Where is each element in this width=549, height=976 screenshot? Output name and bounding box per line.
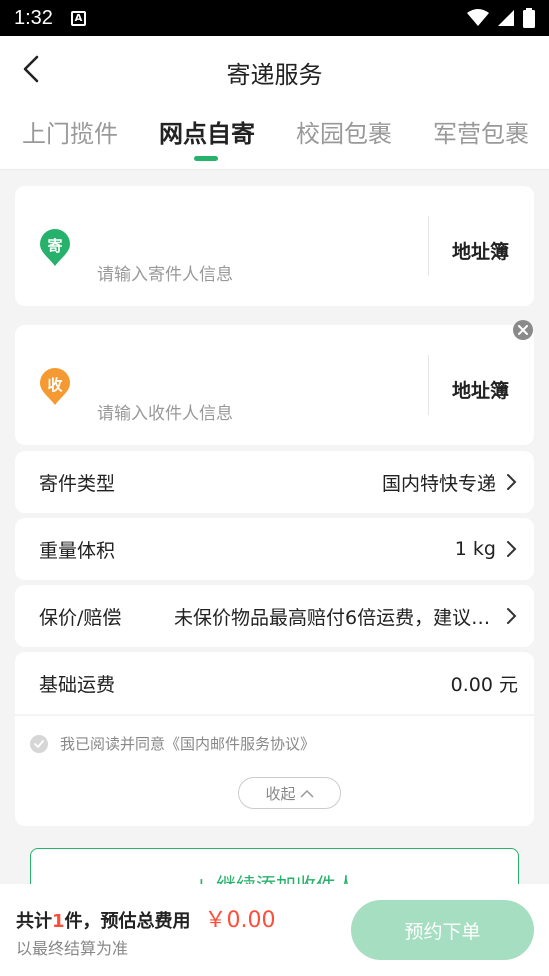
check-icon [34, 739, 44, 748]
insurance-label: 保价/赔偿 [39, 606, 122, 629]
total-count: 1 [52, 911, 65, 932]
page-title: 寄递服务 [226, 61, 323, 89]
mail-type-row[interactable]: 寄件类型 国内特快专递 [15, 451, 534, 513]
total-price: ￥0.00 [204, 908, 276, 933]
settlement-note: 以最终结算为准 [16, 939, 129, 958]
mail-type-value: 国内特快专递 [381, 472, 496, 495]
total-summary: 共计 1 件，预估总费用 ￥0.00 [16, 902, 276, 934]
tab-bar: 上门揽件 网点自寄 校园包裹 军营包裹 [0, 114, 549, 154]
mail-type-label: 寄件类型 [39, 472, 116, 495]
notification-a-icon: A [70, 10, 86, 26]
total-prefix: 共计 [16, 911, 52, 932]
insurance-value: 未保价物品最高赔付6倍运费，建议保价 [174, 606, 496, 629]
total-suffix: 件，预估总费用 [64, 911, 191, 932]
weight-volume-label: 重量体积 [39, 539, 116, 562]
sender-divider [428, 216, 429, 276]
collapse-button[interactable]: 收起 [238, 777, 341, 809]
collapse-label: 收起 [265, 784, 296, 803]
status-time: 1:32 [14, 6, 53, 29]
place-order-button[interactable]: 预约下单 [351, 900, 534, 960]
receiver-address-book-button[interactable]: 地址簿 [452, 376, 509, 403]
tab-campus-parcel[interactable]: 校园包裹 [296, 114, 392, 149]
signal-icon [498, 10, 514, 26]
bottom-bar: 共计 1 件，预估总费用 ￥0.00 以最终结算为准 预约下单 [0, 884, 549, 976]
receiver-badge-label: 收 [47, 376, 63, 394]
tab-door-pickup[interactable]: 上门揽件 [22, 114, 118, 149]
sender-card[interactable]: 寄 请输入寄件人信息 地址簿 [15, 186, 534, 306]
base-fee-label: 基础运费 [39, 673, 116, 696]
agreement-text[interactable]: 我已阅读并同意《国内邮件服务协议》 [60, 733, 315, 754]
tab-military-parcel[interactable]: 军营包裹 [433, 114, 529, 149]
agreement-checkbox[interactable] [30, 734, 48, 753]
active-tab-indicator [194, 156, 218, 161]
chevron-right-icon [507, 474, 517, 490]
chevron-up-icon [299, 789, 314, 798]
app-header: 寄递服务 上门揽件 网点自寄 校园包裹 军营包裹 [0, 36, 549, 170]
remove-receiver-close-icon[interactable] [513, 320, 533, 340]
chevron-right-icon [507, 608, 517, 624]
sender-badge-label: 寄 [47, 237, 63, 255]
sender-input[interactable]: 请输入寄件人信息 [97, 260, 233, 285]
receiver-pin: 收 [39, 368, 71, 406]
tab-self-drop[interactable]: 网点自寄 [159, 114, 255, 149]
wifi-icon [467, 9, 489, 26]
status-bar: 1:32 A [0, 0, 549, 36]
receiver-divider [428, 355, 429, 415]
battery-icon [523, 8, 535, 28]
receiver-card[interactable]: 收 请输入收件人信息 地址簿 [15, 325, 534, 445]
sender-address-book-button[interactable]: 地址簿 [452, 237, 509, 264]
chevron-right-icon [507, 541, 517, 557]
sender-pin: 寄 [39, 229, 71, 267]
agreement-line[interactable]: 我已阅读并同意《国内邮件服务协议》 [30, 733, 315, 754]
base-fee-value: 0.00 元 [450, 673, 518, 696]
insurance-row[interactable]: 保价/赔偿 未保价物品最高赔付6倍运费，建议保价 [15, 585, 534, 647]
receiver-input[interactable]: 请输入收件人信息 [97, 399, 233, 424]
base-fee-row: 基础运费 0.00 元 [15, 652, 534, 714]
weight-volume-value: 1 kg [454, 538, 496, 560]
header-divider [0, 169, 549, 170]
weight-volume-row[interactable]: 重量体积 1 kg [15, 518, 534, 580]
